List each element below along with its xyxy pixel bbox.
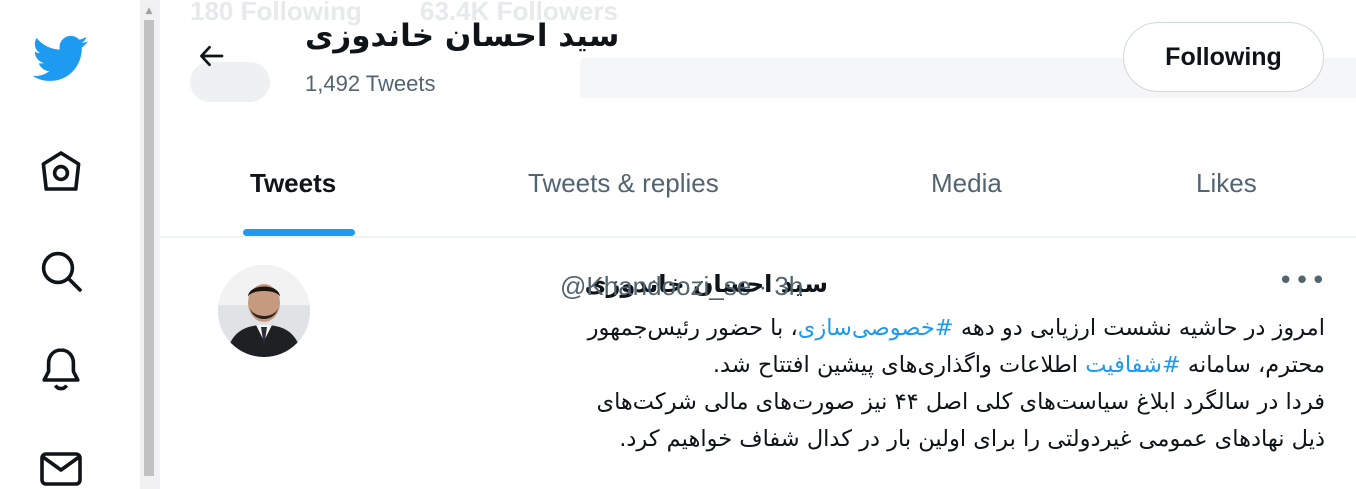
tweet-line-2: محترم، سامانه #شفافیت اطلاعات واگذاری‌ها…	[370, 347, 1325, 384]
following-button[interactable]: Following	[1123, 22, 1324, 92]
search-icon[interactable]	[32, 242, 90, 300]
active-tab-indicator	[243, 229, 355, 236]
messages-envelope-icon[interactable]	[32, 440, 90, 489]
back-arrow-icon[interactable]	[190, 34, 234, 78]
tweet[interactable]: سید احسان خاندوزی @Khandoozi_se · 3h •••…	[160, 240, 1356, 489]
meta-separator: ·	[758, 271, 768, 301]
tweet-count: 1,492 Tweets	[305, 71, 436, 96]
hashtag-link[interactable]: #شفافیت	[1085, 352, 1181, 378]
tab-tweets-and-replies[interactable]: Tweets & replies	[528, 168, 719, 199]
tweet-line-4: ذیل نهادهای عمومی غیردولتی را برای اولین…	[619, 426, 1325, 452]
tweet-line-1: امروز در حاشیه نشست ارزیابی دو دهه #خصوص…	[370, 310, 1325, 347]
hashtag-link[interactable]: #خصوصی‌سازی	[798, 315, 954, 341]
avatar[interactable]	[218, 265, 310, 357]
scrollbar-thumb[interactable]	[144, 20, 154, 476]
tweet-line-3: فردا در سالگرد ابلاغ سیاست‌های کلی اصل ۴…	[596, 389, 1325, 415]
scroll-up-arrow-icon[interactable]: ▲	[140, 2, 158, 20]
tweet-text-fragment: اطلاعات واگذاری‌های پیشین افتتاح شد.	[712, 352, 1086, 378]
tweet-meta: @Khandoozi_se · 3h	[560, 271, 803, 302]
tweet-text-fragment: ، با حضور رئیس‌جمهور	[587, 315, 798, 341]
author-handle[interactable]: @Khandoozi_se	[560, 271, 751, 301]
tab-tweets[interactable]: Tweets	[250, 168, 336, 199]
tweet-text-fragment: محترم، سامانه	[1180, 352, 1325, 378]
tab-media[interactable]: Media	[931, 168, 1002, 199]
left-nav-rail	[0, 0, 140, 489]
profile-header: 180 Following 63.4K Followers سید احسان …	[160, 0, 1356, 110]
tweet-text: امروز در حاشیه نشست ارزیابی دو دهه #خصوص…	[370, 310, 1325, 458]
page-title: سید احسان خاندوزی	[305, 18, 620, 54]
twitter-logo-icon[interactable]	[32, 30, 90, 88]
tweet-timestamp[interactable]: 3h	[774, 271, 803, 301]
tweet-text-fragment: امروز در حاشیه نشست ارزیابی دو دهه	[953, 315, 1325, 341]
more-options-icon[interactable]: •••	[1278, 266, 1327, 296]
notifications-bell-icon[interactable]	[32, 340, 90, 398]
vertical-scrollbar[interactable]: ▲	[140, 0, 158, 489]
profile-tabs: Tweets Tweets & replies Media Likes	[160, 130, 1356, 238]
tab-likes[interactable]: Likes	[1196, 168, 1257, 199]
home-icon[interactable]	[32, 143, 90, 201]
